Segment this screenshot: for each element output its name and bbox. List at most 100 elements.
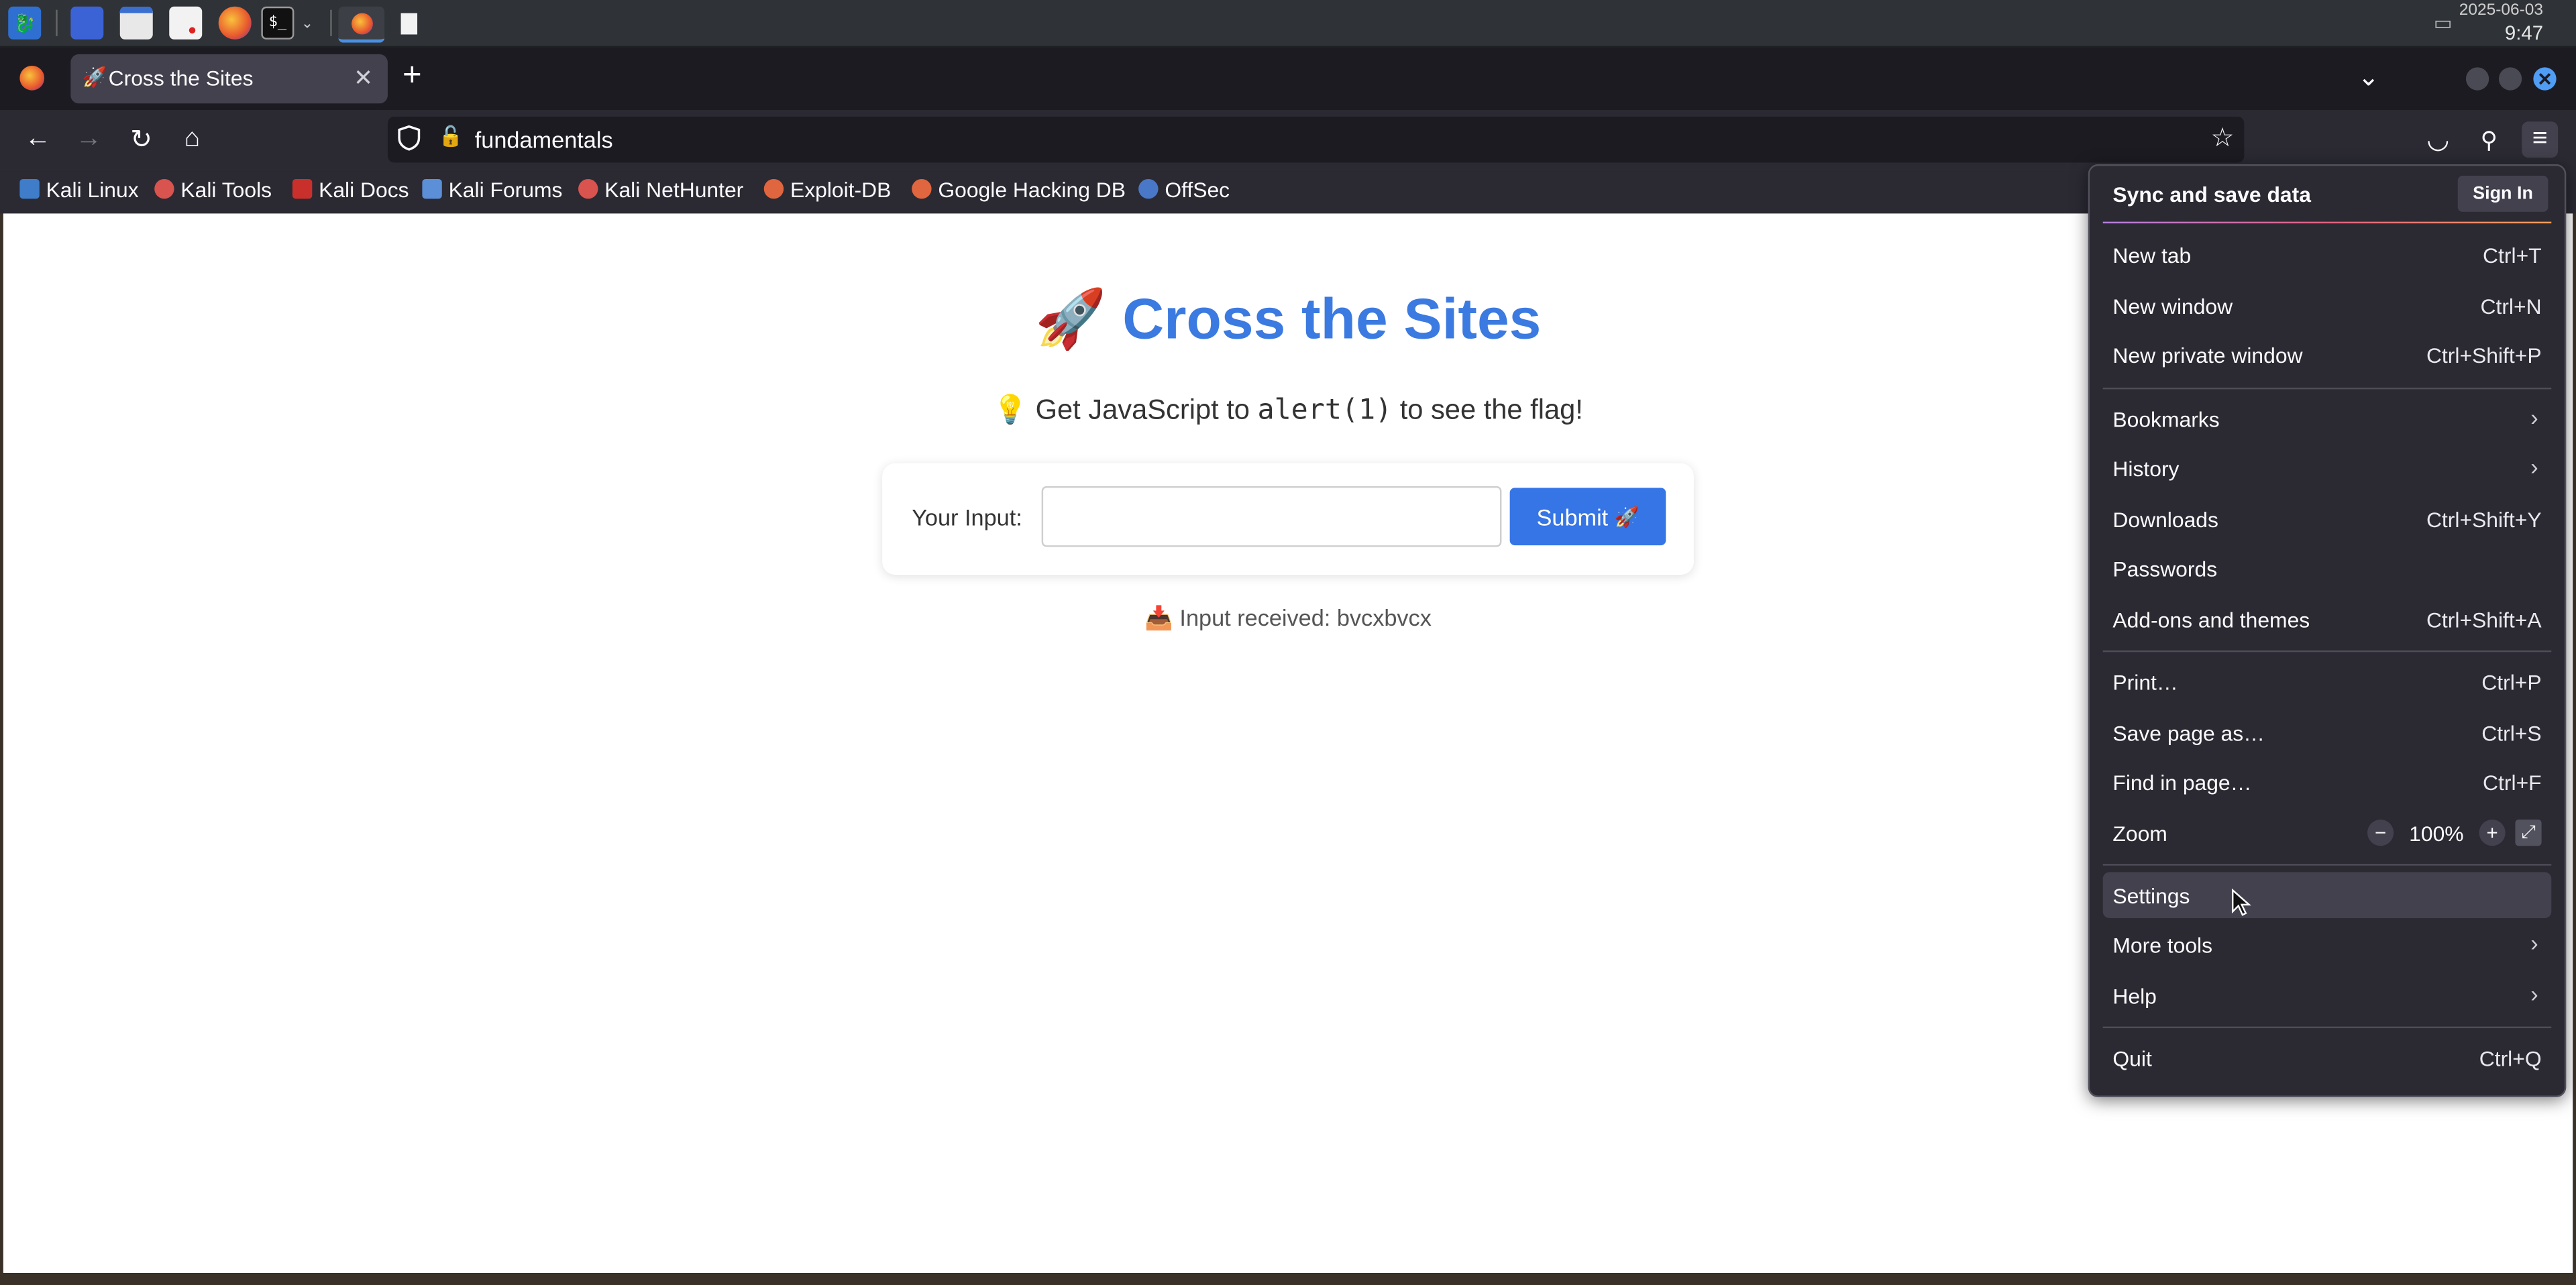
zoom-out-icon[interactable]: − (2367, 820, 2394, 846)
input-received-text: Input received: bvcxbvcx (1179, 604, 1432, 631)
workspace-icon[interactable] (70, 6, 104, 40)
menu-history[interactable]: History › (2103, 445, 2552, 492)
terminal-icon[interactable]: $_ (261, 6, 294, 40)
sign-in-button[interactable]: Sign In (2457, 176, 2548, 212)
menu-new-private-window[interactable]: New private window Ctrl+Shift+P (2103, 332, 2552, 378)
menu-new-tab[interactable]: New tab Ctrl+T (2103, 231, 2552, 278)
nethunter-icon (578, 178, 598, 199)
input-form: Your Input: Submit 🚀 (882, 463, 1694, 575)
bookmark-exploit-db[interactable]: Exploit-DB (763, 177, 891, 202)
app-menu-panel: Sync and save data Sign In New tab Ctrl+T… (2088, 164, 2567, 1097)
menu-print[interactable]: Print… Ctrl+P (2103, 659, 2552, 705)
inbox-tray-icon: 📥 (1144, 604, 1173, 631)
bookmark-kali-nethunter[interactable]: Kali NetHunter (578, 177, 743, 202)
menu-divider (2102, 864, 2552, 866)
bookmark-offsec[interactable]: OffSec (1138, 177, 1230, 202)
menu-new-window[interactable]: New window Ctrl+N (2103, 282, 2552, 329)
forward-icon[interactable]: → (70, 121, 107, 158)
rocket-icon: 🚀 (82, 65, 107, 89)
menu-more-tools[interactable]: More tools › (2103, 921, 2552, 968)
submit-label: Submit (1536, 503, 1609, 530)
bookmark-star-icon[interactable]: ☆ (2211, 121, 2235, 154)
url-text[interactable]: fundamentals (475, 127, 613, 153)
rocket-icon: 🚀 (1034, 287, 1107, 352)
sync-header: Sync and save data (2112, 182, 2311, 207)
offsec-icon (1138, 178, 1159, 199)
kali-dragon-icon[interactable]: 🐉 (8, 6, 42, 40)
minimize-button[interactable] (2465, 67, 2489, 91)
list-tabs-chevron-icon[interactable]: ⌄ (2357, 61, 2379, 94)
taskbar-separator (56, 9, 58, 36)
zoom-controls: − 100% + ⤢ (2367, 818, 2542, 848)
menu-bookmarks[interactable]: Bookmarks › (2103, 396, 2552, 442)
page-title-text: Cross the Sites (1122, 287, 1542, 352)
back-icon[interactable]: ← (19, 121, 56, 158)
ghdb-icon (912, 178, 932, 199)
menu-addons-themes[interactable]: Add-ons and themes Ctrl+Shift+A (2103, 596, 2552, 642)
menu-settings[interactable]: Settings (2102, 872, 2552, 918)
bookmark-kali-linux[interactable]: Kali Linux (19, 177, 139, 202)
chevron-down-icon[interactable]: ⌄ (297, 7, 317, 40)
insecure-lock-icon[interactable]: 🔓 (439, 125, 464, 148)
menu-divider (2102, 650, 2552, 653)
menu-find-in-page[interactable]: Find in page… Ctrl+F (2103, 759, 2552, 805)
subtitle-post: to see the flag! (1399, 394, 1583, 426)
close-window-button[interactable]: ✕ (2533, 67, 2557, 91)
subtitle-code: alert(1) (1257, 394, 1393, 427)
chevron-right-icon: › (2530, 930, 2538, 956)
input-label: Your Input: (912, 504, 1022, 531)
bookmark-kali-docs[interactable]: Kali Docs (292, 177, 409, 202)
menu-zoom: Zoom − 100% + ⤢ (2103, 809, 2552, 856)
close-tab-icon[interactable]: ✕ (354, 64, 373, 93)
display-icon[interactable]: ▭ (2426, 7, 2459, 40)
bookmark-kali-tools[interactable]: Kali Tools (154, 177, 272, 202)
firefox-window-icon[interactable] (338, 6, 385, 43)
bookmark-google-hacking-db[interactable]: Google Hacking DB (912, 177, 1126, 202)
clock[interactable]: 2025-06-03 9:47 (2459, 1, 2543, 44)
reload-icon[interactable]: ↻ (123, 121, 160, 158)
bookmark-kali-forums[interactable]: Kali Forums (422, 177, 562, 202)
menu-help[interactable]: Help › (2103, 972, 2552, 1019)
kali-tools-icon (154, 178, 174, 199)
zoom-in-icon[interactable]: + (2479, 820, 2506, 846)
subtitle-pre: Get JavaScript to (1035, 394, 1250, 426)
os-taskbar: 🐉 ● $_ ⌄ ▭ 2025-06-03 9:47 (0, 0, 2576, 48)
extensions-icon[interactable]: ⚲ (2471, 121, 2507, 158)
screen: 🐉 ● $_ ⌄ ▭ 2025-06-03 9:47 🚀 Cross the S… (0, 0, 2576, 1284)
clock-time: 9:47 (2504, 21, 2544, 45)
firefox-view-icon[interactable] (19, 65, 45, 91)
navigation-bar: ← → ↻ ⌂ 🔓 fundamentals ☆ ◡ ⚲ ≡ (0, 110, 2576, 170)
tab-bar: 🚀 Cross the Sites ✕ + ⌄ ✕ (0, 48, 2576, 111)
url-bar[interactable]: 🔓 fundamentals ☆ (387, 116, 2245, 163)
accent-divider (2102, 221, 2552, 224)
submit-button[interactable]: Submit 🚀 (1509, 488, 1666, 546)
fullscreen-icon[interactable]: ⤢ (2515, 820, 2542, 846)
tab-cross-the-sites[interactable]: 🚀 Cross the Sites ✕ (70, 54, 388, 104)
menu-passwords[interactable]: Passwords (2103, 545, 2552, 592)
chevron-right-icon: › (2530, 453, 2538, 480)
menu-downloads[interactable]: Downloads Ctrl+Shift+Y (2103, 496, 2552, 543)
document-window-icon[interactable] (392, 7, 425, 40)
file-manager-icon[interactable] (119, 6, 153, 40)
home-icon[interactable]: ⌂ (174, 121, 211, 158)
chevron-right-icon: › (2530, 404, 2538, 431)
new-tab-button[interactable]: + (402, 58, 422, 95)
menu-quit[interactable]: Quit Ctrl+Q (2103, 1035, 2552, 1081)
kali-docs-icon (292, 178, 313, 199)
tab-title: Cross the Sites (108, 65, 254, 91)
pocket-icon[interactable]: ◡ (2420, 121, 2456, 158)
menu-divider (2102, 387, 2552, 390)
rocket-icon: 🚀 (1614, 505, 1640, 528)
zoom-level[interactable]: 100% (2404, 820, 2469, 845)
taskbar-separator (330, 9, 332, 36)
firefox-icon[interactable] (218, 6, 252, 40)
menu-divider (2102, 1026, 2552, 1029)
kali-forums-icon (422, 178, 442, 199)
shield-icon[interactable] (398, 125, 421, 151)
app-menu-icon[interactable]: ≡ (2522, 121, 2559, 158)
mouse-cursor-icon (2231, 888, 2251, 916)
maximize-button[interactable] (2498, 67, 2522, 91)
menu-save-page-as[interactable]: Save page as… Ctrl+S (2103, 710, 2552, 756)
user-input-field[interactable] (1041, 486, 1502, 547)
text-editor-icon[interactable]: ● (169, 6, 203, 40)
